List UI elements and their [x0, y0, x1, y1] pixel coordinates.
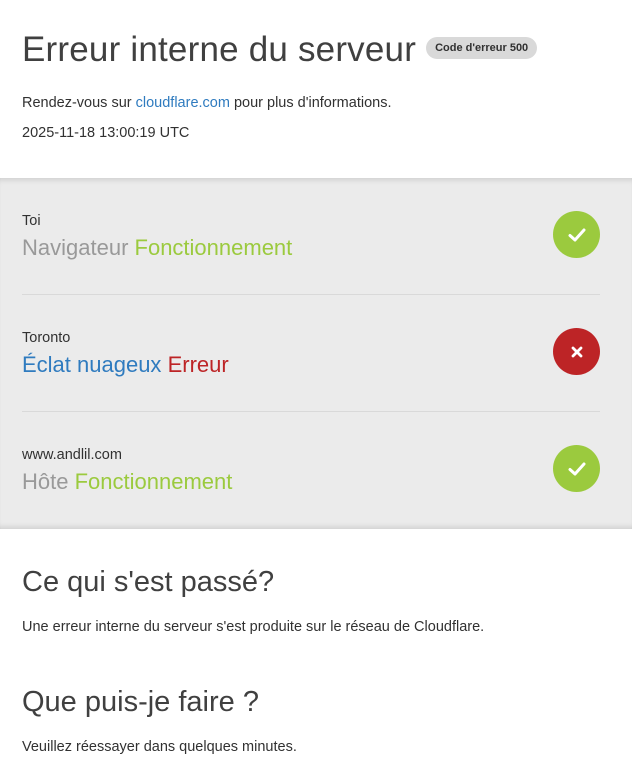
- status-row-browser: Toi Navigateur Fonctionnement: [22, 178, 600, 295]
- title-row: Erreur interne du serveur Code d'erreur …: [22, 30, 613, 70]
- status-label: Éclat nuageux Erreur: [22, 352, 229, 378]
- status-name: Hôte: [22, 469, 69, 494]
- error-header: Erreur interne du serveur Code d'erreur …: [0, 0, 635, 148]
- status-name: Éclat nuageux: [22, 352, 162, 377]
- status-label: Hôte Fonctionnement: [22, 469, 232, 495]
- status-state: Fonctionnement: [134, 235, 293, 260]
- status-label: Navigateur Fonctionnement: [22, 235, 292, 261]
- status-state: Erreur: [167, 352, 229, 377]
- info-prefix: Rendez-vous sur: [22, 95, 136, 111]
- status-row-host: www.andlil.com Hôte Fonctionnement: [22, 412, 600, 529]
- what-can-i-do-text: Veuillez réessayer dans quelques minutes…: [22, 739, 297, 755]
- error-code-badge: Code d'erreur 500: [426, 37, 538, 59]
- what-happened-section: Ce qui s'est passé? Une erreur interne d…: [22, 566, 612, 635]
- status-panel: Toi Navigateur Fonctionnement Toronto Éc…: [0, 178, 632, 529]
- what-can-i-do-section: Que puis-je faire ? Veuillez réessayer d…: [22, 686, 612, 755]
- check-icon: [553, 445, 600, 492]
- what-happened-heading: Ce qui s'est passé?: [22, 566, 275, 598]
- x-icon: [553, 328, 600, 375]
- status-location: www.andlil.com: [22, 447, 122, 463]
- status-row-cloudflare: Toronto Éclat nuageux Erreur: [22, 295, 600, 412]
- page-title: Erreur interne du serveur: [22, 30, 417, 69]
- info-line: Rendez-vous sur cloudflare.com pour plus…: [22, 95, 613, 111]
- status-name: Navigateur: [22, 235, 129, 260]
- status-location: Toi: [22, 213, 41, 229]
- what-can-i-do-heading: Que puis-je faire ?: [22, 686, 259, 718]
- timestamp: 2025-11-18 13:00:19 UTC: [22, 125, 190, 141]
- what-happened-text: Une erreur interne du serveur s'est prod…: [22, 619, 485, 635]
- cloudflare-link[interactable]: cloudflare.com: [136, 95, 230, 111]
- status-state: Fonctionnement: [74, 469, 233, 494]
- status-location: Toronto: [22, 330, 71, 346]
- info-suffix: pour plus d'informations.: [229, 95, 392, 111]
- check-icon: [553, 211, 600, 258]
